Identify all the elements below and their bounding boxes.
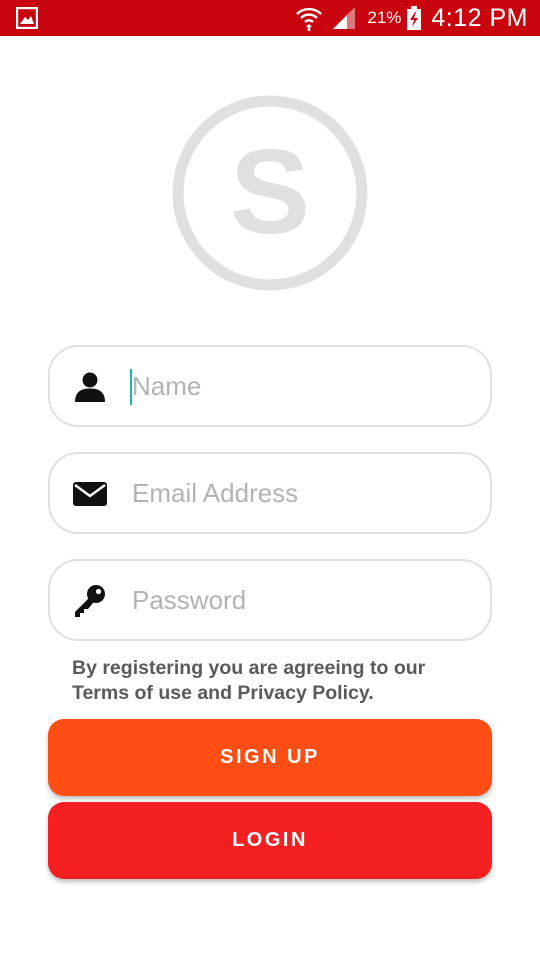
gallery-icon	[16, 7, 38, 29]
signal-icon	[333, 7, 356, 29]
terms-text: By registering you are agreeing to our T…	[72, 657, 426, 704]
password-field[interactable]	[48, 559, 492, 641]
status-bar: 21% 4:12 PM	[0, 0, 540, 36]
text-cursor	[130, 369, 132, 405]
clock: 4:12 PM	[431, 3, 528, 32]
email-input[interactable]	[130, 468, 470, 518]
logo-letter: S	[230, 125, 310, 259]
battery-charging-icon	[407, 6, 422, 30]
email-field[interactable]	[48, 452, 492, 534]
name-input[interactable]	[130, 361, 470, 411]
app-logo: S	[172, 95, 368, 291]
battery-percentage: 21%	[367, 8, 402, 27]
user-icon	[75, 372, 105, 402]
status-icons: 21% 4:12 PM	[295, 0, 528, 36]
login-button[interactable]: LOGIN	[48, 802, 492, 879]
password-input[interactable]	[130, 575, 470, 625]
envelope-icon	[73, 482, 107, 506]
sign-up-button[interactable]: SIGN UP	[48, 719, 492, 796]
wifi-icon	[296, 7, 323, 31]
name-field[interactable]	[48, 345, 492, 427]
key-icon	[75, 585, 105, 617]
